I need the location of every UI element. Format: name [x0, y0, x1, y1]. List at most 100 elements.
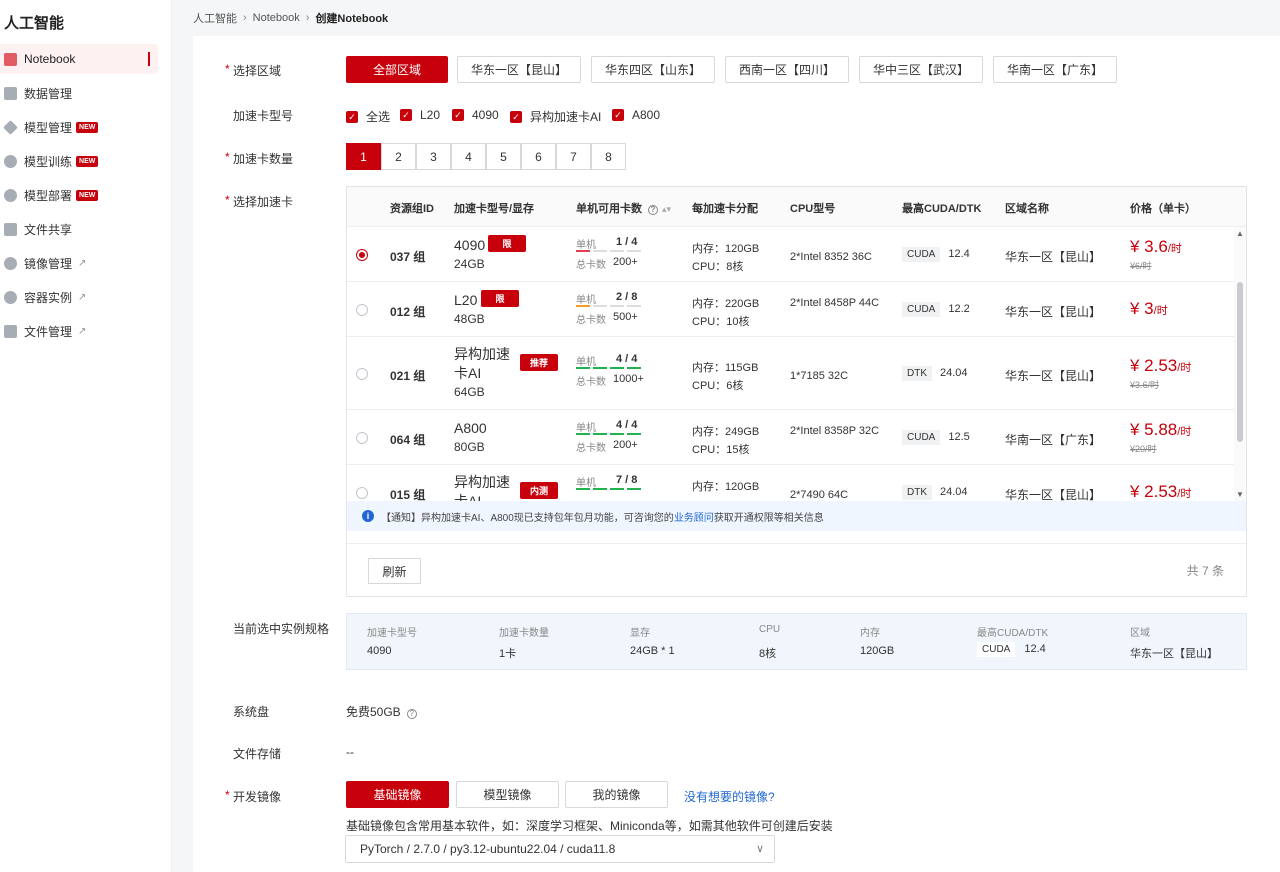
- sidebar-item[interactable]: 模型部署 NEW: [0, 180, 158, 210]
- external-link-icon: ↗: [78, 257, 87, 269]
- refresh-button[interactable]: 刷新: [368, 558, 421, 584]
- notebook-icon: [4, 52, 17, 66]
- avail-bar-segment: [627, 433, 641, 435]
- table-row[interactable]: 064 组 A800 80GB 单机 4 / 4 总卡数 200+ 内存：249GB CPU：1…: [347, 410, 1234, 465]
- gpu-vram: 48GB: [454, 312, 485, 326]
- divider: [347, 543, 1246, 544]
- region-option[interactable]: 华南一区【广东】: [993, 56, 1117, 83]
- tab-my-image[interactable]: 我的镜像: [565, 781, 668, 808]
- count-option[interactable]: 3: [416, 143, 451, 170]
- count-option[interactable]: 1: [346, 143, 381, 170]
- sort-icon[interactable]: ▴▾: [662, 204, 671, 214]
- check-icon: ✓: [612, 109, 624, 121]
- new-badge: NEW: [76, 189, 99, 201]
- row-radio[interactable]: [356, 248, 368, 261]
- card-type-checkbox[interactable]: ✓ A800: [612, 108, 660, 122]
- sdk-tag: CUDA: [977, 642, 1016, 657]
- spec-value-text: 8核: [759, 648, 777, 660]
- image-description: 基础镜像包含常用基本软件，如：深度学习框架、Miniconda等，如需其他软件可…: [346, 819, 833, 833]
- count-option[interactable]: 6: [521, 143, 556, 170]
- card-type-checkbox[interactable]: ✓ 全选: [346, 108, 390, 125]
- main-panel: 选择区域 全部区域华东一区【昆山】华东四区【山东】西南一区【四川】华中三区【武汉…: [193, 36, 1280, 872]
- gpu-model: 异构加速卡AI: [454, 474, 510, 501]
- group-id: 021 组: [390, 368, 426, 383]
- avail-bar-segment: [576, 305, 590, 307]
- region-option[interactable]: 华东四区【山东】: [591, 56, 715, 83]
- sidebar-item-label: 模型训练: [24, 154, 73, 169]
- total-label: 总卡数: [576, 315, 606, 326]
- dev-image-label: 开发镜像: [225, 788, 281, 805]
- row-region: 华南一区【广东】: [1005, 432, 1102, 447]
- table-row[interactable]: 037 组 4090 24GB 限单机 1 / 4 总卡数 200+ 内存：120GB CPU：…: [347, 227, 1234, 282]
- row-price: ¥ 3/时: [1130, 299, 1168, 319]
- group-id: 015 组: [390, 487, 426, 502]
- sdk-version: CUDA 12.5: [902, 429, 970, 445]
- avail-bar-segment: [610, 433, 624, 435]
- image-version-select[interactable]: PyTorch / 2.7.0 / py3.12-ubuntu22.04 / c…: [345, 835, 775, 863]
- region-option[interactable]: 华中三区【武汉】: [859, 56, 983, 83]
- avail-bar-segment: [593, 305, 607, 307]
- avail-bar-segment: [576, 367, 590, 369]
- external-link-icon: ↗: [78, 291, 87, 303]
- table-scrollbar[interactable]: ▲ ▼: [1234, 227, 1246, 501]
- avail-bar-segment: [610, 250, 624, 252]
- th-avail[interactable]: 单机可用卡数? ▴▾: [576, 200, 671, 216]
- sidebar-item[interactable]: 模型管理 NEW: [0, 112, 158, 142]
- alloc-mem: 内存：220GB: [692, 297, 760, 310]
- breadcrumb-item[interactable]: 人工智能: [193, 10, 237, 26]
- sidebar-item[interactable]: Notebook: [0, 44, 158, 74]
- gpu-tag: 限: [488, 235, 526, 252]
- help-icon[interactable]: ?: [406, 709, 417, 719]
- count-option[interactable]: 4: [451, 143, 486, 170]
- spec-key: 加速卡数量: [499, 628, 549, 639]
- total-avail: 200+: [613, 256, 638, 268]
- region-option[interactable]: 西南一区【四川】: [725, 56, 849, 83]
- scroll-down-icon[interactable]: ▼: [1236, 490, 1244, 499]
- scroll-up-icon[interactable]: ▲: [1236, 229, 1244, 238]
- region-option[interactable]: 全部区域: [346, 56, 448, 83]
- sdk-version: DTK 24.04: [902, 365, 968, 381]
- count-option[interactable]: 5: [486, 143, 521, 170]
- row-radio[interactable]: [356, 367, 368, 380]
- count-option[interactable]: 8: [591, 143, 626, 170]
- spec-value: 1卡: [499, 645, 516, 661]
- notice-link[interactable]: 业务顾问: [674, 509, 714, 524]
- help-icon[interactable]: ?: [648, 205, 658, 215]
- price-unit: /时: [1177, 487, 1192, 500]
- row-radio[interactable]: [356, 303, 368, 316]
- card-type-checkbox[interactable]: ✓ L20: [400, 108, 440, 122]
- chevron-right-icon: ›: [305, 12, 310, 24]
- sidebar-item[interactable]: 文件管理 ↗: [0, 316, 158, 346]
- tab-model-image[interactable]: 模型镜像: [456, 781, 559, 808]
- table-row[interactable]: 012 组 L20 48GB 限单机 2 / 8 总卡数 500+ 内存：220GB CPU：1…: [347, 282, 1234, 337]
- missing-image-link[interactable]: 没有想要的镜像?: [684, 788, 775, 805]
- sidebar-item[interactable]: 容器实例 ↗: [0, 282, 158, 312]
- count-option[interactable]: 2: [381, 143, 416, 170]
- breadcrumb-item[interactable]: Notebook: [253, 12, 300, 24]
- deploy-icon: [4, 188, 17, 202]
- card-type-label: 加速卡型号: [233, 109, 294, 123]
- sidebar-item[interactable]: 镜像管理 ↗: [0, 248, 158, 278]
- total-label: 总卡数: [576, 443, 606, 454]
- tab-base-image[interactable]: 基础镜像: [346, 781, 449, 808]
- card-type-checkbox[interactable]: ✓ 4090: [452, 108, 499, 122]
- avail-bar-segment: [593, 367, 607, 369]
- checkbox-label: 异构加速卡AI: [530, 110, 602, 124]
- table-row[interactable]: 021 组 异构加速卡AI 64GB 推荐 单机 4 / 4 总卡数 1000+ 内存：115G…: [347, 337, 1234, 410]
- avail-bar-segment: [610, 367, 624, 369]
- old-price: ¥20/时: [1130, 443, 1157, 454]
- scroll-thumb[interactable]: [1237, 282, 1243, 442]
- count-option[interactable]: 7: [556, 143, 591, 170]
- card-type-checkbox[interactable]: ✓ 异构加速卡AI: [510, 108, 601, 125]
- total-avail: 200+: [613, 439, 638, 451]
- sidebar-item[interactable]: 文件共享: [0, 214, 158, 244]
- chevron-down-icon: ∨: [755, 843, 764, 855]
- row-radio[interactable]: [356, 486, 368, 499]
- table-row[interactable]: 015 组 异构加速卡AI 内测 单机 7 / 8 内存：120GB 2*7490 64C D…: [347, 465, 1234, 501]
- table-header: 资源组ID 加速卡型号/显存 单机可用卡数? ▴▾ 每加速卡分配 CPU型号 最高…: [347, 187, 1246, 227]
- sidebar-item[interactable]: 模型训练 NEW: [0, 146, 158, 176]
- sidebar-item[interactable]: 数据管理: [0, 78, 158, 108]
- region-option[interactable]: 华东一区【昆山】: [457, 56, 581, 83]
- cpu-model: 2*Intel 8352 36C: [790, 250, 872, 263]
- row-radio[interactable]: [356, 431, 368, 444]
